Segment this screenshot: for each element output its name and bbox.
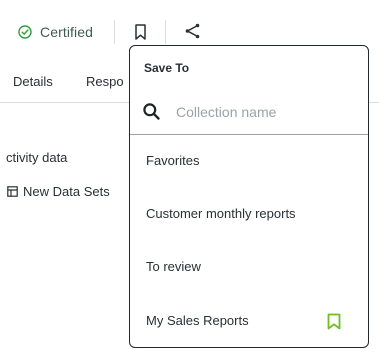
collection-item-favorites[interactable]: Favorites [130, 146, 368, 176]
bookmark-icon[interactable] [132, 22, 150, 42]
bookmark-saved-icon[interactable] [327, 313, 341, 330]
tab-details[interactable]: Details [13, 74, 53, 89]
popover-title: Save To [144, 61, 190, 75]
dataset-icon [7, 186, 18, 197]
search-icon [143, 103, 160, 120]
certified-badge: Certified [18, 22, 93, 42]
collection-item-label: Customer monthly reports [146, 206, 296, 221]
collection-item-label: To review [146, 259, 201, 274]
tab-responses[interactable]: Respo [86, 74, 124, 89]
divider [165, 20, 166, 44]
save-to-popover: Save To Favorites Customer monthly repor… [129, 45, 369, 348]
check-circle-icon [18, 25, 32, 39]
certified-label: Certified [40, 24, 94, 40]
new-data-sets-label: New Data Sets [23, 184, 110, 199]
collection-item-to-review[interactable]: To review [130, 252, 368, 282]
collection-item-label: Favorites [146, 153, 200, 168]
new-data-sets-link[interactable]: New Data Sets [7, 184, 110, 199]
divider [114, 20, 115, 44]
collection-item-label: My Sales Reports [146, 313, 249, 328]
share-icon[interactable] [183, 21, 203, 41]
collection-search [130, 90, 368, 135]
activity-data-label: ctivity data [6, 150, 68, 165]
collection-item-customer-monthly-reports[interactable]: Customer monthly reports [130, 199, 368, 229]
collection-name-input[interactable] [176, 100, 356, 124]
collection-item-my-sales-reports[interactable]: My Sales Reports [130, 306, 368, 336]
